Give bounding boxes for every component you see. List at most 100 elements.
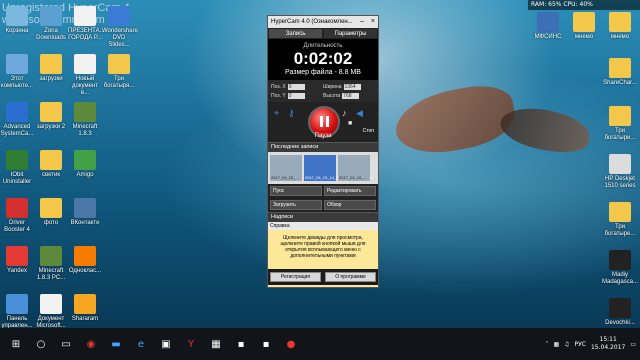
- width-field[interactable]: 1364: [343, 83, 361, 90]
- app-icon[interactable]: ▪: [232, 335, 250, 353]
- desktop-icon[interactable]: HP Deskjet 1510 series: [602, 154, 638, 190]
- task-view-icon[interactable]: ▭: [57, 335, 75, 353]
- app-icon: [609, 298, 631, 318]
- close-button[interactable]: ×: [371, 16, 375, 28]
- hypercam-icon[interactable]: ●: [282, 335, 300, 353]
- desktop-icon[interactable]: ВКонтакте: [68, 198, 102, 227]
- desktop-icon[interactable]: Amigo: [68, 150, 102, 179]
- desktop-icon-label: Три богатыре...: [604, 224, 636, 237]
- folder-icon: [40, 150, 62, 170]
- recent-thumb[interactable]: 2017_04_15_...: [270, 155, 302, 181]
- search-icon[interactable]: ○: [32, 335, 50, 353]
- pos-x-field[interactable]: 0: [287, 83, 305, 90]
- speaker-icon[interactable]: ◀: [356, 108, 363, 119]
- yandex-icon[interactable]: Y: [182, 335, 200, 353]
- desktop-icon[interactable]: светик: [34, 150, 68, 179]
- desktop-icon[interactable]: Три богатыри...: [602, 106, 638, 142]
- desktop-icon[interactable]: загрузки 2: [34, 102, 68, 131]
- coords-panel: Поз. X0 Ширина 1364 Поз. Y0 Высота 768: [268, 80, 378, 102]
- desktop-icon[interactable]: IObit Uninstaller: [0, 150, 34, 186]
- recent-thumb[interactable]: 2017_04_15_14_37_41_549(8.6).mp4: [304, 155, 373, 181]
- record-icon[interactable]: ◉: [82, 335, 100, 353]
- desktop-icon[interactable]: Devochki...: [602, 298, 638, 327]
- desktop-icon[interactable]: Driver Booster 4: [0, 198, 34, 234]
- tab-record[interactable]: Запись: [268, 28, 323, 39]
- minimize-button[interactable]: –: [360, 16, 364, 28]
- desktop-icon[interactable]: загрузки: [34, 54, 68, 83]
- volume-icon[interactable]: ♫: [564, 341, 569, 348]
- key-icon[interactable]: ⚷: [288, 108, 295, 119]
- desktop-icon[interactable]: Madiy Madagasca...: [602, 250, 638, 286]
- recent-thumb[interactable]: 2017_04_15_...: [338, 155, 370, 181]
- desktop-icon[interactable]: МФСИНС: [530, 12, 566, 41]
- hypercam-titlebar[interactable]: HyperCam 4.0 (Ознакомлен... – ×: [268, 16, 378, 28]
- play-button[interactable]: Пуск: [270, 186, 322, 196]
- recent-header[interactable]: Последние записи: [268, 142, 378, 152]
- folder-icon: [573, 12, 595, 32]
- system-tray: ˄ ▦ ♫ РУС 15:11 15.04.2017 ▭: [545, 328, 636, 360]
- desktop-icon[interactable]: Новый документ в...: [68, 54, 102, 97]
- vk-icon: [74, 198, 96, 218]
- desktop-icon[interactable]: мнемо: [566, 12, 602, 41]
- tray-arrow-icon[interactable]: ˄: [545, 341, 548, 348]
- minecraft-icon[interactable]: ▦: [207, 335, 225, 353]
- desktop-icon[interactable]: Advanced SystemCa...: [0, 102, 34, 138]
- desktop-icon-label: Одноклас...: [68, 268, 102, 274]
- desktop-icon[interactable]: Корзина: [0, 6, 34, 35]
- language-indicator[interactable]: РУС: [575, 341, 586, 348]
- desktop-icon-label: HP Deskjet 1510 series: [604, 176, 636, 189]
- height-field[interactable]: 768: [342, 92, 360, 99]
- windows-icon[interactable]: ⊞: [7, 335, 25, 353]
- tab-settings[interactable]: Параметры: [323, 28, 378, 39]
- desktop-icon[interactable]: Shararam: [68, 294, 102, 323]
- recent-thumb-label: 2017_04_15_14_37_41_549(8.6).mp4: [305, 175, 373, 181]
- desktop-icon-label: Minecraft 1.8.3: [72, 124, 98, 137]
- pos-y-label: Поз. Y: [271, 92, 286, 99]
- desktop-icon-label: Shararam: [71, 316, 99, 322]
- desktop-icon[interactable]: Zona Downloads: [34, 6, 68, 42]
- captions-header[interactable]: Надписи: [268, 212, 378, 222]
- app-icon: [609, 250, 631, 270]
- desktop-icon[interactable]: Minecraft 1.8.3 PC...: [34, 246, 68, 282]
- stop-icon[interactable]: ■: [348, 120, 352, 127]
- desktop-icon[interactable]: Yandex: [0, 246, 34, 275]
- desktop-icon[interactable]: Документ Microsoft...: [34, 294, 68, 330]
- minecraft-icon: [74, 102, 96, 122]
- hypercam-window[interactable]: HyperCam 4.0 (Ознакомлен... – × Запись П…: [267, 15, 379, 288]
- upload-button[interactable]: Загрузить: [270, 200, 322, 210]
- desktop-icon[interactable]: Одноклас...: [68, 246, 102, 275]
- desktop-icon[interactable]: ПРЕЗЕНТА... ГОРОДА Р...: [68, 6, 105, 42]
- folder-icon: [609, 106, 631, 126]
- desktop-icon[interactable]: ShareChar...: [602, 58, 638, 87]
- notifications-icon[interactable]: ▭: [630, 341, 636, 348]
- microphone-icon[interactable]: ♪: [342, 108, 347, 118]
- explorer-icon[interactable]: ▬: [107, 335, 125, 353]
- clock[interactable]: 15:11 15.04.2017: [591, 336, 625, 352]
- desktop-icon[interactable]: Этот компьюте...: [0, 54, 34, 90]
- desktop-icon[interactable]: Панель управлен...: [0, 294, 34, 330]
- desktop-icon[interactable]: Minecraft 1.8.3: [68, 102, 102, 138]
- edge-icon[interactable]: e: [132, 335, 150, 353]
- edit-button[interactable]: Редактировать: [324, 186, 376, 196]
- pos-y-field[interactable]: 0: [287, 92, 305, 99]
- folder-icon: [609, 12, 631, 32]
- driver-booster-icon: [6, 198, 28, 218]
- desktop-icon[interactable]: Wondershare DVD Slides...: [102, 6, 138, 49]
- desktop-icon[interactable]: Три богатыре...: [602, 202, 638, 238]
- desktop-icon-label: Minecraft 1.8.3 PC...: [36, 268, 66, 281]
- register-button[interactable]: Регистрация: [270, 272, 321, 282]
- desktop-icon-label: загрузки 2: [36, 124, 66, 130]
- desktop-icon[interactable]: мнемо: [602, 12, 638, 41]
- desktop-icon[interactable]: Три богатыря...: [102, 54, 136, 90]
- store-icon[interactable]: ▣: [157, 335, 175, 353]
- app-icon[interactable]: ▪: [257, 335, 275, 353]
- hypercam-footer: Регистрация О программе: [268, 269, 378, 285]
- document-icon: [74, 54, 96, 74]
- browse-button[interactable]: Обзор: [324, 200, 376, 210]
- about-button[interactable]: О программе: [325, 272, 376, 282]
- network-icon[interactable]: ▦: [553, 341, 559, 348]
- file-size: Размер файла - 8.8 MB: [285, 69, 361, 76]
- camera-icon[interactable]: ⌖: [274, 108, 279, 119]
- desktop-icon[interactable]: фото: [34, 198, 68, 227]
- desktop-icon-label: ShareChar...: [603, 80, 637, 86]
